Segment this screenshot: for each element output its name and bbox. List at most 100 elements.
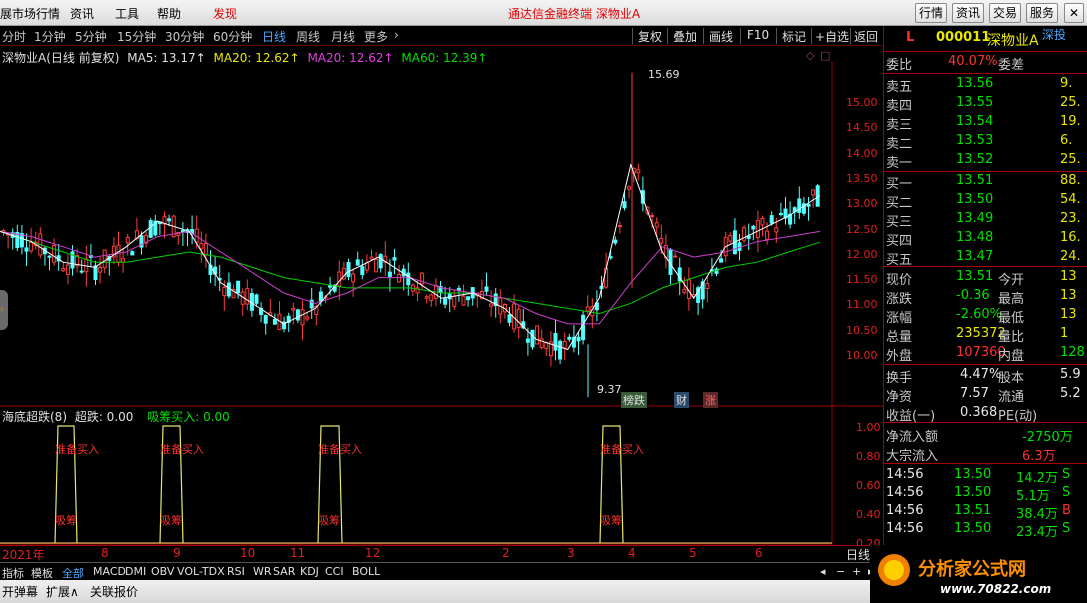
candle-body [364, 262, 369, 271]
danmaku-toggle[interactable]: 开弹幕 [2, 583, 38, 600]
sell-level-label: 卖三 [886, 118, 913, 133]
plus-icon[interactable]: + [852, 565, 861, 578]
period-15min[interactable]: 15分钟 [117, 28, 156, 45]
candle-body [291, 307, 296, 311]
close-icon[interactable]: ✕ [1064, 3, 1084, 23]
service-button[interactable]: 服务 [1026, 3, 1058, 23]
tab-dmi[interactable]: DMI [125, 565, 146, 578]
sell-volume: 9. [1060, 76, 1073, 91]
menu-tools[interactable]: 工具 [115, 5, 139, 22]
tick-side: S [1062, 521, 1071, 536]
event-tag-finance[interactable]: 财 [674, 392, 689, 408]
low-price-label: 9.37 [597, 383, 622, 396]
tab-obv[interactable]: OBV [151, 565, 174, 578]
candle-body [351, 273, 356, 283]
fund-label: 流通 [998, 390, 1025, 405]
sell-volume: 25. [1060, 95, 1081, 110]
add-favorite-button[interactable]: +自选 [815, 28, 849, 45]
svg-text:www.70822.com: www.70822.com [940, 582, 1051, 596]
draw-button[interactable]: 画线 [709, 28, 733, 45]
indicator-name: 海底超跌(8) [2, 410, 67, 424]
candle-body [355, 259, 360, 266]
tab-wr[interactable]: WR [253, 565, 272, 578]
time-tick-label: 9 [173, 546, 181, 560]
fund-label: PE(动) [998, 409, 1038, 424]
candle-body [461, 295, 466, 306]
candle-body [318, 291, 323, 302]
back-button[interactable]: 返回 [854, 28, 878, 45]
tick-price: 13.50 [954, 467, 992, 482]
buy-price: 13.49 [956, 211, 994, 226]
event-tag-rise[interactable]: 涨 [703, 392, 718, 408]
candle-body [797, 198, 802, 213]
candle-body [429, 294, 434, 301]
square-icon[interactable]: □ [820, 49, 830, 62]
quote-value: 128 [1060, 345, 1085, 360]
tab-all[interactable]: 全部 [62, 565, 84, 581]
tab-rsi[interactable]: RSI [227, 565, 245, 578]
tab-sar[interactable]: SAR [273, 565, 295, 578]
menu-help[interactable]: 帮助 [157, 5, 181, 22]
candle-body [52, 245, 57, 263]
event-tag-decline[interactable]: 榜跌 [621, 392, 647, 408]
tab-macd[interactable]: MACD [93, 565, 126, 578]
tab-boll[interactable]: BOLL [352, 565, 380, 578]
expand-button[interactable]: 扩展∧ [46, 583, 79, 600]
axis-period-button[interactable]: 日线 [846, 546, 870, 563]
flow-value: -2750万 [1022, 430, 1073, 445]
quote-button[interactable]: 行情 [915, 3, 947, 23]
candle-body [84, 258, 89, 273]
kline-chart[interactable] [0, 62, 883, 545]
tick-side: S [1062, 485, 1071, 500]
related-quote-button[interactable]: 关联报价 [90, 583, 138, 600]
period-more[interactable]: 更多 [364, 28, 388, 45]
f10-button[interactable]: F10 [747, 28, 769, 42]
menu-market[interactable]: 展市场行情 [0, 5, 60, 22]
menu-discover[interactable]: 发现 [213, 5, 237, 22]
overlay-button[interactable]: 叠加 [673, 28, 697, 45]
chevron-left-icon[interactable]: ◂ [820, 565, 826, 578]
candle-body [659, 238, 664, 244]
period-30min[interactable]: 30分钟 [165, 28, 204, 45]
candle-body [466, 296, 471, 301]
period-60min[interactable]: 60分钟 [213, 28, 252, 45]
period-fenshi[interactable]: 分时 [2, 28, 26, 45]
menu-news[interactable]: 资讯 [70, 5, 94, 22]
trade-button[interactable]: 交易 [989, 3, 1021, 23]
quote-value: 13 [1060, 269, 1077, 284]
fuquan-button[interactable]: 复权 [638, 28, 662, 45]
candle-body [585, 306, 590, 312]
side-expand-handle[interactable]: › [0, 290, 8, 330]
tab-kdj[interactable]: KDJ [300, 565, 319, 578]
candle-body [728, 235, 733, 242]
quote-label: 外盘 [886, 349, 913, 364]
tab-indicator[interactable]: 指标 [2, 565, 24, 581]
sell-level-label: 卖四 [886, 99, 913, 114]
period-1min[interactable]: 1分钟 [34, 28, 66, 45]
time-tick-label: 2 [502, 546, 510, 560]
tab-cci[interactable]: CCI [325, 565, 344, 578]
chevron-right-icon[interactable]: › [394, 28, 399, 42]
tab-template[interactable]: 模板 [31, 565, 53, 581]
candle-body [544, 342, 549, 349]
tab-vol-tdx[interactable]: VOL-TDX [177, 565, 225, 578]
candle-body [79, 270, 84, 273]
quote-label: 内盘 [998, 349, 1025, 364]
minus-icon[interactable]: − [836, 565, 845, 578]
info-button[interactable]: 资讯 [952, 3, 984, 23]
period-day[interactable]: 日线 [262, 28, 286, 45]
candle-body [705, 283, 710, 289]
period-week[interactable]: 周线 [296, 28, 320, 45]
indicator-legend: 海底超跌(8) 超跌: 0.00 吸筹买入: 0.00 [2, 408, 230, 425]
sell-price: 13.52 [956, 152, 994, 167]
period-month[interactable]: 月线 [331, 28, 355, 45]
buy-volume: 88. [1060, 173, 1081, 188]
period-5min[interactable]: 5分钟 [75, 28, 107, 45]
sell-price: 13.56 [956, 76, 994, 91]
mark-button[interactable]: 标记 [782, 28, 806, 45]
candle-body [360, 266, 365, 276]
candle-body [774, 227, 779, 233]
price-tick-label: 11.00 [846, 298, 878, 312]
svg-text:分析家公式网: 分析家公式网 [918, 558, 1026, 580]
diamond-icon[interactable]: ◇ [806, 49, 814, 62]
